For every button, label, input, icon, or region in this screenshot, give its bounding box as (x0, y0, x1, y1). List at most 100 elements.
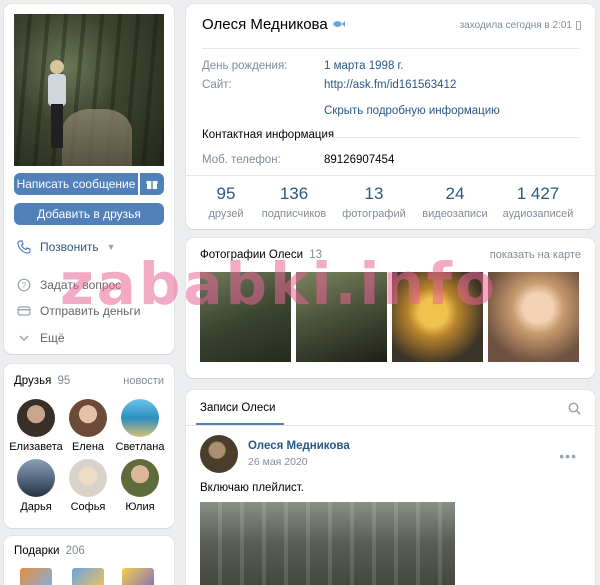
more-options-icon[interactable]: ••• (559, 448, 577, 464)
post-author[interactable]: Олеся Медникова (248, 440, 350, 452)
stat-followers[interactable]: 136 подписчиков (249, 184, 339, 220)
avatar (121, 399, 159, 437)
site-label: Сайт: (202, 79, 232, 91)
profile-photo[interactable] (14, 14, 164, 166)
friend-name: Елизавета (9, 441, 63, 453)
ask-question-item[interactable]: ? Задать вопрос (16, 275, 121, 295)
question-icon: ? (16, 277, 32, 293)
phone-label: Моб. телефон: (202, 154, 281, 166)
divider (186, 425, 595, 426)
birthday-row: День рождения: 1 марта 1998 г. (202, 60, 404, 72)
phone-icon (16, 239, 32, 255)
friend-name: Дарья (20, 501, 52, 513)
post-text: Включаю плейлист. (200, 482, 304, 494)
avatar (17, 399, 55, 437)
stat-videos[interactable]: 24 видеозаписи (410, 184, 500, 220)
friends-title: Друзья (14, 375, 52, 387)
call-item[interactable]: Позвонить ▼ (16, 237, 116, 257)
site-row: Сайт: http://ask.fm/id161563412 (202, 79, 456, 91)
tab-wall-posts[interactable]: Записи Олеси (200, 402, 275, 414)
post-date[interactable]: 26 мая 2020 (248, 456, 308, 468)
friend-name: Софья (70, 501, 106, 513)
search-icon[interactable] (568, 402, 581, 418)
friend-item[interactable]: Софья (60, 459, 116, 513)
friend-name: Юлия (125, 501, 155, 513)
write-message-button[interactable]: Написать сообщение (14, 173, 138, 195)
birthday-label: День рождения: (202, 60, 288, 72)
show-on-map-link[interactable]: показать на карте (490, 249, 581, 261)
svg-text:?: ? (22, 281, 27, 290)
divider (324, 137, 579, 138)
stat-number: 136 (279, 184, 309, 203)
birthday-value[interactable]: 1 марта 1998 г. (324, 60, 404, 72)
call-label: Позвонить (40, 240, 99, 254)
gifts-card: Подарки 206 (4, 536, 174, 585)
friend-item[interactable]: Дарья (8, 459, 64, 513)
photo-thumb[interactable] (296, 272, 387, 362)
send-money-label: Отправить деньги (40, 304, 141, 318)
friends-header[interactable]: Друзья 95 (14, 375, 70, 387)
wall-card: Записи Олеси Олеся Медникова 26 мая 2020… (186, 390, 595, 585)
stat-audio[interactable]: 1 427 аудиозаписей (493, 184, 583, 220)
stat-number: 13 (364, 184, 384, 203)
profile-name: Олеся Медникова (202, 16, 346, 33)
post-author-avatar[interactable] (200, 435, 238, 473)
phone-row: Моб. телефон: 89126907454 (202, 154, 394, 166)
gifts-header[interactable]: Подарки 206 (14, 545, 85, 557)
more-item[interactable]: Ещё (16, 328, 65, 348)
gift-button[interactable] (140, 173, 164, 195)
stat-caption: подписчиков (261, 208, 327, 220)
stat-caption: видеозаписи (422, 208, 488, 220)
stat-photos[interactable]: 13 фотографий (329, 184, 419, 220)
avatar-card: Написать сообщение Добавить в друзья Поз… (4, 4, 174, 354)
friend-item[interactable]: Елизавета (8, 399, 64, 453)
post-image[interactable] (200, 502, 455, 585)
last-seen-text: заходила сегодня в 2:01 (459, 20, 572, 31)
photo-thumb[interactable] (200, 272, 291, 362)
profile-info-card: Олеся Медникова заходила сегодня в 2:01 … (186, 4, 595, 229)
gift-thumb[interactable] (122, 568, 154, 585)
gift-icon (146, 181, 158, 189)
gift-thumb[interactable] (20, 568, 52, 585)
avatar (121, 459, 159, 497)
gifts-count: 206 (65, 545, 85, 557)
friend-item[interactable]: Елена (60, 399, 116, 453)
hide-info-link[interactable]: Скрыть подробную информацию (324, 105, 500, 117)
friend-item[interactable]: Светлана (112, 399, 168, 453)
stat-caption: аудиозаписей (502, 208, 574, 220)
stats-bar: 95 друзей 136 подписчиков 13 фотографий 24 в… (186, 176, 595, 229)
photo-thumb[interactable] (488, 272, 579, 362)
gift-thumb[interactable] (72, 568, 104, 585)
gifts-title: Подарки (14, 545, 60, 557)
avatar (17, 459, 55, 497)
add-friend-button[interactable]: Добавить в друзья (14, 203, 164, 225)
photos-count: 13 (309, 249, 323, 261)
divider (202, 48, 579, 49)
mobile-icon (576, 21, 581, 30)
friend-item[interactable]: Юлия (112, 459, 168, 513)
site-link[interactable]: http://ask.fm/id161563412 (324, 79, 456, 91)
stat-number: 1 427 (516, 184, 560, 203)
avatar (69, 399, 107, 437)
stat-number: 24 (445, 184, 465, 203)
friends-news-link[interactable]: новости (123, 375, 164, 387)
friends-count: 95 (57, 375, 71, 387)
profile-name-text: Олеся Медникова (202, 16, 328, 33)
photos-card: Фотографии Олеси 13 показать на карте (186, 238, 595, 378)
phone-value: 89126907454 (324, 154, 395, 166)
stat-caption: фотографий (342, 208, 406, 220)
friend-name: Елена (71, 441, 105, 453)
more-label: Ещё (40, 331, 65, 345)
send-money-item[interactable]: Отправить деньги (16, 301, 140, 321)
chevron-down-icon (16, 330, 32, 346)
ask-question-label: Задать вопрос (40, 278, 122, 292)
fish-icon (332, 16, 346, 33)
last-seen: заходила сегодня в 2:01 (460, 20, 581, 31)
friends-card: Друзья 95 новости Елизавета Елена Светла… (4, 364, 174, 528)
contact-heading: Контактная информация (202, 129, 335, 141)
photos-title: Фотографии Олеси (200, 249, 304, 261)
photo-thumb[interactable] (392, 272, 483, 362)
avatar (69, 459, 107, 497)
chevron-down-icon: ▼ (106, 242, 116, 252)
photos-header[interactable]: Фотографии Олеси 13 (200, 249, 322, 261)
